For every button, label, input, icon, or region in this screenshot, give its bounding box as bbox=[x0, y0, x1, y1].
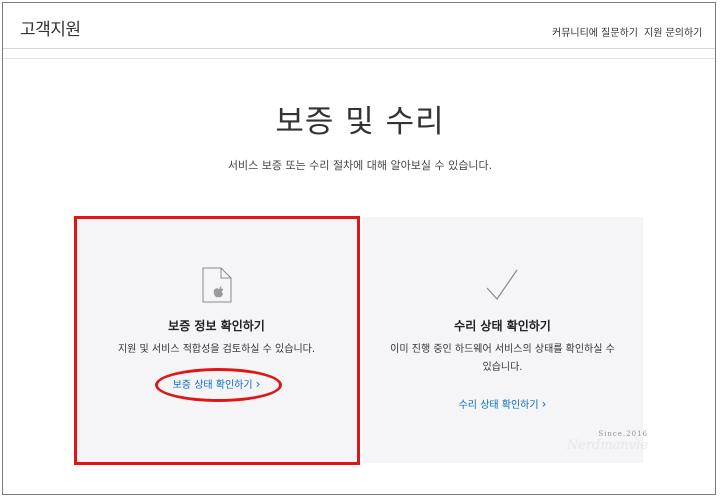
checkmark-icon bbox=[484, 267, 520, 307]
repair-card-text: 이미 진행 중인 하드웨어 서비스의 상태를 확인하실 수 있습니다. bbox=[362, 341, 643, 377]
check-warranty-status-link[interactable]: 보증 상태 확인하기 › bbox=[75, 376, 358, 391]
page-subtitle: 서비스 보증 또는 수리 절차에 대해 알아보실 수 있습니다. bbox=[227, 159, 493, 172]
check-warranty-status-label: 보증 상태 확인하기 bbox=[172, 380, 253, 391]
site-title[interactable]: 고객지원 bbox=[20, 15, 81, 40]
chevron-right-icon: › bbox=[255, 377, 261, 391]
check-repair-status-link[interactable]: 수리 상태 확인하기 › bbox=[362, 396, 643, 411]
contact-support-link[interactable]: 지원 문의하기 bbox=[644, 24, 702, 39]
watermark-name: Nerdmanvie bbox=[566, 438, 648, 453]
community-question-link[interactable]: 커뮤니티에 질문하기 bbox=[552, 24, 638, 39]
document-apple-icon bbox=[201, 267, 233, 307]
warranty-info-card: 보증 정보 확인하기 지원 및 서비스 적합성을 검토하실 수 있습니다. 보증… bbox=[75, 217, 358, 463]
repair-card-text-line1: 이미 진행 중인 하드웨어 서비스의 상태를 확인하실 수 bbox=[390, 344, 615, 355]
repair-card-text-line2: 있습니다. bbox=[482, 362, 523, 373]
warranty-card-text: 지원 및 서비스 적합성을 검토하실 수 있습니다. bbox=[117, 344, 316, 355]
repair-status-card: 수리 상태 확인하기 이미 진행 중인 하드웨어 서비스의 상태를 확인하실 수… bbox=[362, 217, 643, 463]
chevron-right-icon: › bbox=[541, 397, 547, 411]
watermark-since: Since.2016 bbox=[598, 430, 648, 438]
page-title: 보증 및 수리 bbox=[275, 104, 445, 140]
warranty-card-title: 보증 정보 확인하기 bbox=[168, 319, 265, 333]
top-navigation-bar: 고객지원 커뮤니티에 질문하기 지원 문의하기 bbox=[3, 3, 715, 49]
header-divider bbox=[3, 58, 715, 59]
check-repair-status-label: 수리 상태 확인하기 bbox=[458, 400, 539, 411]
repair-card-title: 수리 상태 확인하기 bbox=[454, 319, 551, 333]
